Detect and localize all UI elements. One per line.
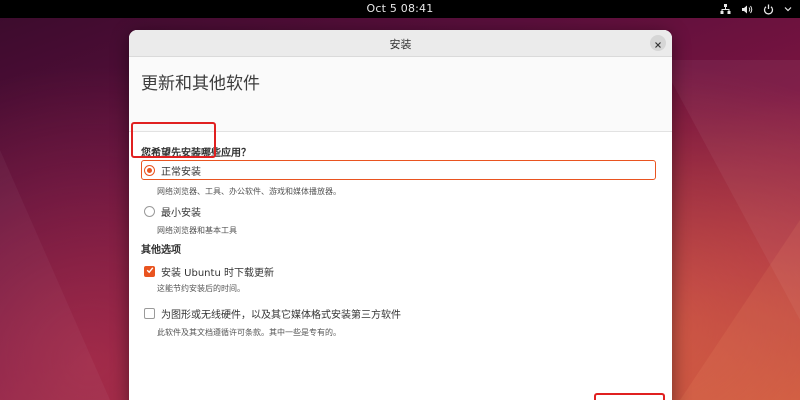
page-header: 更新和其他软件 bbox=[129, 57, 672, 132]
third-party-software-option[interactable]: 为图形或无线硬件，以及其它媒体格式安装第三方软件 bbox=[141, 303, 401, 323]
wallpaper-shard bbox=[660, 60, 800, 320]
normal-install-label: 正常安装 bbox=[161, 166, 201, 178]
download-updates-option[interactable]: 安装 Ubuntu 时下载更新 bbox=[141, 261, 274, 281]
volume-icon[interactable] bbox=[741, 4, 753, 15]
third-party-software-label: 为图形或无线硬件，以及其它媒体格式安装第三方软件 bbox=[161, 309, 401, 321]
third-party-software-description: 此软件及其文档遵循许可条款。其中一些是专有的。 bbox=[157, 328, 341, 337]
power-icon[interactable] bbox=[763, 4, 774, 15]
other-options-title: 其他选项 bbox=[141, 245, 181, 256]
normal-install-description: 网络浏览器、工具、办公软件、游戏和媒体播放器。 bbox=[157, 187, 341, 196]
normal-install-option[interactable]: 正常安装 bbox=[141, 160, 656, 180]
download-updates-label: 安装 Ubuntu 时下载更新 bbox=[161, 267, 274, 279]
checkmark-icon bbox=[146, 266, 154, 277]
network-icon[interactable] bbox=[720, 3, 731, 15]
window-title: 安装 bbox=[389, 38, 412, 51]
content-area: 您希望先安装哪些应用？ 正常安装 网络浏览器、工具、办公软件、游戏和媒体播放器。… bbox=[129, 132, 672, 400]
chevron-down-icon[interactable] bbox=[784, 6, 792, 12]
close-button[interactable] bbox=[650, 35, 666, 51]
minimal-install-description: 网络浏览器和基本工具 bbox=[157, 226, 237, 235]
minimal-install-option[interactable]: 最小安装 bbox=[141, 201, 201, 221]
title-bar[interactable]: 安装 bbox=[129, 30, 672, 57]
third-party-software-checkbox[interactable] bbox=[144, 307, 155, 319]
page-title: 更新和其他软件 bbox=[141, 74, 260, 94]
close-icon bbox=[654, 34, 662, 53]
clock[interactable]: Oct 5 08:41 bbox=[0, 2, 800, 15]
system-tray[interactable] bbox=[720, 2, 792, 16]
normal-install-radio[interactable] bbox=[144, 164, 155, 176]
wallpaper-shard bbox=[0, 150, 110, 400]
minimal-install-label: 最小安装 bbox=[161, 207, 201, 219]
download-updates-description: 这能节约安装后的时间。 bbox=[157, 284, 245, 293]
download-updates-checkbox[interactable] bbox=[144, 265, 155, 277]
minimal-install-radio[interactable] bbox=[144, 205, 155, 217]
installer-dialog: 安装 更新和其他软件 您希望先安装哪些应用？ 正常安装 网络浏览器、工具、办公软… bbox=[129, 30, 672, 400]
install-type-question: 您希望先安装哪些应用？ bbox=[141, 148, 251, 159]
wallpaper-shard bbox=[680, 220, 800, 400]
system-top-bar: Oct 5 08:41 bbox=[0, 0, 800, 18]
